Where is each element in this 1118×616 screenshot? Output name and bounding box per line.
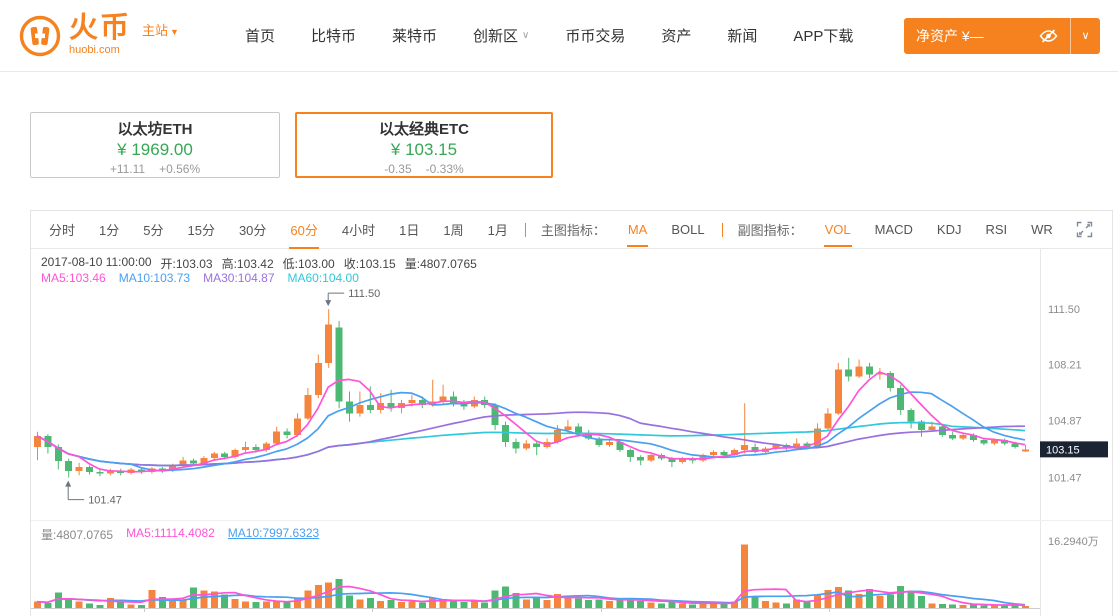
ma-readout: MA5:103.46 MA10:103.73 MA30:104.87 MA60:… xyxy=(41,271,359,285)
indicator-kdj[interactable]: KDJ xyxy=(936,212,963,247)
chevron-down-icon: ∨ xyxy=(522,30,529,41)
site-switcher[interactable]: 主站▼ xyxy=(142,20,179,39)
ticker-price: ¥ 1969.00 xyxy=(31,139,279,160)
ma10-value: MA10:103.73 xyxy=(119,271,190,285)
toolbar-divider xyxy=(722,223,723,237)
close-value: 收:103.15 xyxy=(344,255,396,272)
chevron-down-icon: ∨ xyxy=(1081,29,1089,42)
kline-chart[interactable]: 111.50 108.21 104.87 101.47 16.2940万 103.15 11… xyxy=(31,249,1112,616)
ma60-value: MA60:104.00 xyxy=(288,271,359,285)
ma30-value: MA30:104.87 xyxy=(203,271,274,285)
period-tab[interactable]: 30分 xyxy=(238,210,267,249)
svg-text:111.50: 111.50 xyxy=(1048,304,1080,316)
ma5-value: MA5:103.46 xyxy=(41,271,106,285)
volume-value: 量:4807.0765 xyxy=(405,255,477,272)
volume-readout: 量:4807.0765 MA5:11114.4082 MA10:7997.632… xyxy=(41,526,319,543)
volume-ma5: MA5:11114.4082 xyxy=(126,526,215,543)
svg-text:104.87: 104.87 xyxy=(1048,415,1082,427)
svg-text:101.47: 101.47 xyxy=(88,495,122,507)
nav-news[interactable]: 新闻 xyxy=(727,25,757,46)
fullscreen-button[interactable] xyxy=(1076,221,1093,238)
asset-dropdown-toggle[interactable]: ∨ xyxy=(1071,18,1100,54)
main-nav: 首页 比特币 莱特币 创新区∨ 币币交易 资产 新闻 APP下载 xyxy=(245,25,853,46)
eye-hidden-icon xyxy=(1039,28,1058,44)
net-asset-button[interactable]: 净资产 ¥— ∨ xyxy=(904,18,1100,54)
indicator-ma[interactable]: MA xyxy=(627,212,649,247)
indicator-wr[interactable]: WR xyxy=(1030,212,1054,247)
period-tab-active[interactable]: 60分 xyxy=(289,210,318,249)
period-tab[interactable]: 15分 xyxy=(186,210,215,249)
nav-assets[interactable]: 资产 xyxy=(661,25,691,46)
svg-text:103.15: 103.15 xyxy=(1046,444,1080,456)
indicator-vol[interactable]: VOL xyxy=(824,212,852,247)
period-tab[interactable]: 1月 xyxy=(487,210,509,249)
ticker-cards: 以太坊ETH ¥ 1969.00 +11.11 +0.56% 以太经典ETC ¥ … xyxy=(30,112,553,178)
svg-text:101.47: 101.47 xyxy=(1048,473,1082,485)
main-indicator-label: 主图指标： xyxy=(541,220,606,239)
sub-indicator-label: 副图指标： xyxy=(738,220,803,239)
nav-exchange[interactable]: 币币交易 xyxy=(565,25,625,46)
high-value: 高:103.42 xyxy=(222,255,274,272)
ticker-change: +11.11 xyxy=(110,162,145,176)
indicator-boll[interactable]: BOLL xyxy=(670,212,705,247)
svg-text:16.2940万: 16.2940万 xyxy=(1048,536,1099,548)
brand-domain: huobi.com xyxy=(69,45,131,56)
ticker-change: -0.35 xyxy=(384,162,411,176)
period-tab[interactable]: 1日 xyxy=(398,210,420,249)
volume-current: 量:4807.0765 xyxy=(41,526,113,543)
nav-innovation[interactable]: 创新区∨ xyxy=(473,25,529,46)
nav-ltc[interactable]: 莱特币 xyxy=(392,25,437,46)
kline-canvas: 111.50 108.21 104.87 101.47 16.2940万 103.15 11… xyxy=(31,249,1112,616)
period-tab[interactable]: 1周 xyxy=(442,210,464,249)
ticker-name: 以太坊ETH xyxy=(31,121,279,138)
period-tab[interactable]: 1分 xyxy=(98,210,120,249)
ticker-price: ¥ 103.15 xyxy=(297,139,551,160)
ohlc-readout: 2017-08-10 11:00:00 开:103.03 高:103.42 低:… xyxy=(41,255,477,272)
low-value: 低:103.00 xyxy=(283,255,335,272)
indicator-macd[interactable]: MACD xyxy=(874,212,914,247)
huobi-flame-icon xyxy=(18,14,62,58)
nav-app-download[interactable]: APP下载 xyxy=(793,25,853,46)
toolbar-divider xyxy=(525,223,526,237)
top-nav: 火币 huobi.com 主站▼ 首页 比特币 莱特币 创新区∨ 币币交易 资产… xyxy=(0,0,1118,72)
open-value: 开:103.03 xyxy=(161,255,213,272)
ticker-change-pct: +0.56% xyxy=(159,162,200,176)
ticker-name: 以太经典ETC xyxy=(297,121,551,138)
period-tab[interactable]: 分时 xyxy=(48,210,76,249)
nav-btc[interactable]: 比特币 xyxy=(311,25,356,46)
ticker-card-etc[interactable]: 以太经典ETC ¥ 103.15 -0.35 -0.33% xyxy=(295,112,553,178)
chart-toolbar: 分时 1分 5分 15分 30分 60分 4小时 1日 1周 1月 主图指标： … xyxy=(31,211,1112,249)
dropdown-caret-icon: ▼ xyxy=(170,27,179,37)
ticker-card-eth[interactable]: 以太坊ETH ¥ 1969.00 +11.11 +0.56% xyxy=(30,112,280,178)
cursor-datetime: 2017-08-10 11:00:00 xyxy=(41,255,152,272)
nav-home[interactable]: 首页 xyxy=(245,25,275,46)
period-tab[interactable]: 5分 xyxy=(142,210,164,249)
svg-text:111.50: 111.50 xyxy=(348,288,380,300)
svg-text:108.21: 108.21 xyxy=(1048,359,1082,371)
huobi-logo[interactable]: 火币 huobi.com 主站▼ xyxy=(18,14,179,58)
indicator-rsi[interactable]: RSI xyxy=(984,212,1008,247)
fullscreen-icon xyxy=(1076,221,1093,238)
brand-name: 火币 xyxy=(69,14,131,43)
ticker-change-pct: -0.33% xyxy=(426,162,464,176)
period-tab[interactable]: 4小时 xyxy=(341,210,376,249)
net-asset-label: 净资产 ¥— xyxy=(916,26,984,46)
kline-widget: 分时 1分 5分 15分 30分 60分 4小时 1日 1周 1月 主图指标： … xyxy=(30,210,1113,616)
volume-ma10: MA10:7997.6323 xyxy=(228,526,319,543)
